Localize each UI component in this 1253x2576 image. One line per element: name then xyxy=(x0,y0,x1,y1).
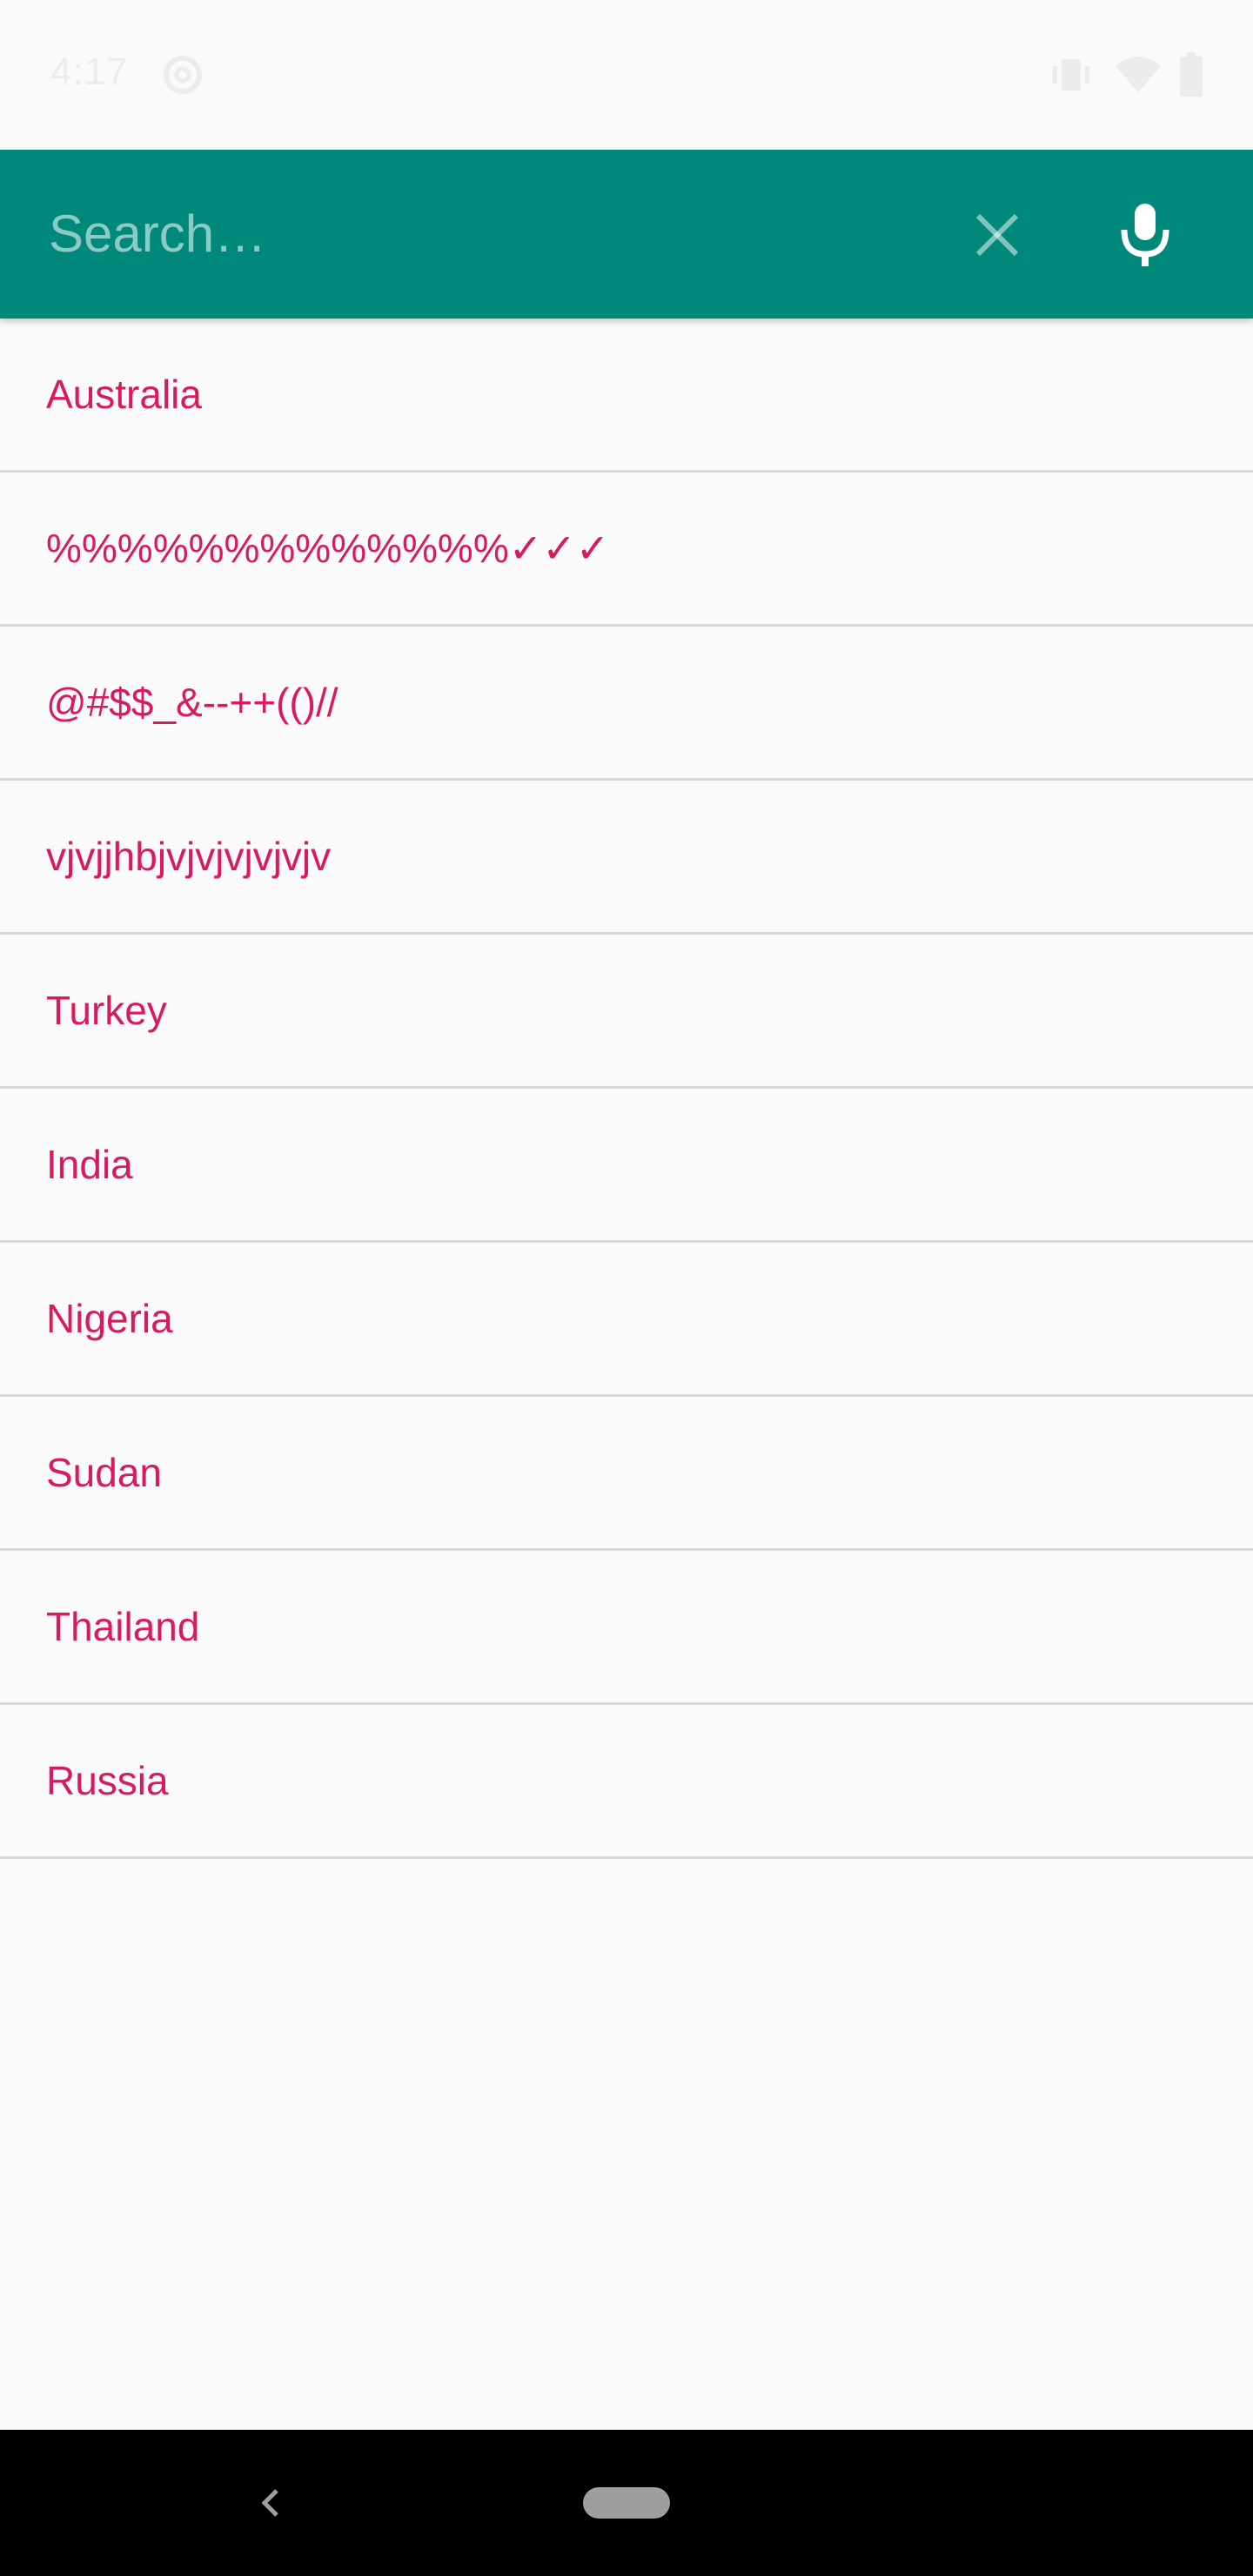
list-item[interactable]: Russia xyxy=(0,1705,1253,1859)
list-item[interactable]: %%%%%%%%%%%%%✓✓✓ xyxy=(0,473,1253,627)
mic-icon xyxy=(1121,204,1169,266)
list-item-label: Turkey xyxy=(46,988,167,1033)
battery-icon xyxy=(1178,52,1204,97)
list-item[interactable]: Australia xyxy=(0,319,1253,473)
list-item-label: Nigeria xyxy=(46,1296,173,1341)
wifi-icon xyxy=(1114,54,1163,94)
voice-search-button[interactable] xyxy=(1103,190,1187,277)
navigation-bar xyxy=(0,2430,1253,2576)
home-pill-icon[interactable] xyxy=(583,2487,670,2519)
country-list: Australia %%%%%%%%%%%%%✓✓✓ @#$$_&--++(()… xyxy=(0,319,1253,1859)
back-icon xyxy=(261,2489,278,2517)
list-item[interactable]: @#$$_&--++(()// xyxy=(0,627,1253,781)
back-button[interactable] xyxy=(252,2479,287,2527)
list-item[interactable]: Thailand xyxy=(0,1551,1253,1705)
list-item-label: Sudan xyxy=(46,1450,163,1495)
list-item[interactable]: vjvjjhbjvjvjvjvjvjv xyxy=(0,781,1253,935)
sync-icon xyxy=(160,52,205,97)
list-item[interactable]: Nigeria xyxy=(0,1243,1253,1397)
list-item-label: %%%%%%%%%%%%%✓✓✓ xyxy=(46,526,610,571)
list-item-label: vjvjjhbjvjvjvjvjvjv xyxy=(46,834,332,879)
list-item[interactable]: Turkey xyxy=(0,935,1253,1089)
list-item-label: Australia xyxy=(46,372,202,417)
search-input[interactable] xyxy=(49,184,919,282)
list-item-label: Thailand xyxy=(46,1604,200,1649)
list-item-label: India xyxy=(46,1142,133,1187)
list-item-label: @#$$_&--++(()// xyxy=(46,680,338,725)
clear-search-button[interactable] xyxy=(961,198,1034,272)
list-item-label: Russia xyxy=(46,1758,169,1803)
status-time: 4:17 xyxy=(50,50,129,93)
status-bar: 4:17 xyxy=(0,0,1253,150)
list-item[interactable]: Sudan xyxy=(0,1397,1253,1551)
vibrate-icon xyxy=(1049,56,1093,94)
search-toolbar xyxy=(0,150,1253,319)
close-icon xyxy=(975,213,1019,257)
list-item[interactable]: India xyxy=(0,1089,1253,1243)
